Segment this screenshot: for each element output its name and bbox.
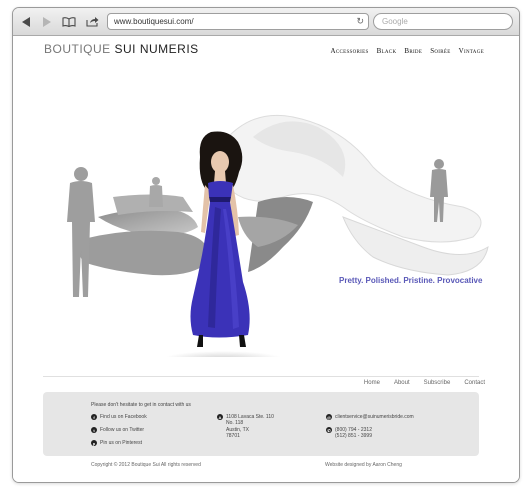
facebook-link[interactable]: f Find us on Facebook	[91, 414, 147, 420]
phone-1: (800) 794 - 2312	[335, 427, 372, 433]
site-logo[interactable]: BOUTIQUE SUI NUMERIS	[44, 42, 199, 56]
address-line-1: 1108 Lavaca Ste. 110	[226, 414, 274, 420]
person-silhouette-left	[67, 167, 95, 297]
person-silhouette-back	[149, 177, 163, 207]
address-bar[interactable]: www.boutiquesui.com/ ↻	[107, 13, 369, 30]
back-arrow-icon[interactable]	[19, 14, 33, 29]
nav-black[interactable]: Black	[377, 47, 397, 55]
footer-nav: Home About Subscribe Contact	[364, 380, 485, 386]
contact-panel: Please don't hesitate to get in contact …	[43, 392, 479, 456]
reload-icon[interactable]: ↻	[356, 16, 364, 27]
email-link[interactable]: @ clientservice@suinumerisbride.com	[326, 414, 414, 420]
phone-2: (512) 851 - 3999	[335, 433, 372, 440]
share-icon[interactable]	[84, 14, 100, 29]
search-placeholder: Google	[382, 17, 408, 26]
main-nav: Accessories Black Bride Soirée Vintage	[330, 47, 484, 55]
address-line-2: No. 118	[226, 420, 244, 427]
address-bar-text: www.boutiquesui.com/	[114, 17, 194, 26]
pinterest-label: Pin us on Pinterest	[100, 440, 142, 446]
twitter-link[interactable]: t Follow us on Twitter	[91, 427, 144, 433]
pinterest-icon: p	[91, 440, 97, 446]
nav-bride[interactable]: Bride	[404, 47, 422, 55]
address-block: A 1108 Lavaca Ste. 110 No. 118 Austin, T…	[217, 414, 274, 439]
nav-accessories[interactable]: Accessories	[330, 47, 368, 55]
webpage: BOUTIQUE SUI NUMERIS Accessories Black B…	[13, 37, 519, 482]
search-field[interactable]: Google	[373, 13, 513, 30]
nav-soiree[interactable]: Soirée	[430, 47, 450, 55]
phone-icon: ✆	[326, 427, 332, 433]
address-pin-icon: A	[217, 414, 223, 420]
email-text: clientservice@suinumerisbride.com	[335, 414, 414, 420]
browser-toolbar: www.boutiquesui.com/ ↻ Google	[13, 8, 519, 36]
email-icon: @	[326, 414, 332, 420]
facebook-icon: f	[91, 414, 97, 420]
phone-block: ✆ (800) 794 - 2312 (512) 851 - 3999	[326, 427, 372, 440]
footer-nav-subscribe[interactable]: Subscribe	[424, 380, 451, 386]
address-line-4: 78701	[226, 432, 240, 439]
tagline: Pretty. Polished. Pristine. Provocative	[339, 276, 483, 285]
footer-nav-home[interactable]: Home	[364, 380, 380, 386]
logo-text-sui-numeris: SUI NUMERIS	[114, 42, 199, 56]
pinterest-link[interactable]: p Pin us on Pinterest	[91, 440, 142, 446]
bookmarks-book-icon[interactable]	[61, 14, 77, 29]
address-line-3: Austin, TX	[226, 426, 249, 433]
twitter-icon: t	[91, 427, 97, 433]
footer-nav-about[interactable]: About	[394, 380, 410, 386]
contact-intro-text: Please don't hesitate to get in contact …	[91, 402, 191, 408]
facebook-label: Find us on Facebook	[100, 414, 147, 420]
forward-arrow-icon[interactable]	[39, 14, 53, 29]
copyright-text: Copyright © 2012 Boutique Sui All rights…	[91, 462, 201, 468]
logo-text-boutique: BOUTIQUE	[44, 42, 115, 56]
hero-image	[67, 114, 489, 357]
footer-nav-contact[interactable]: Contact	[464, 380, 485, 386]
twitter-label: Follow us on Twitter	[100, 427, 145, 433]
nav-vintage[interactable]: Vintage	[459, 47, 484, 55]
designer-credit: Website designed by Aaron Cheng	[325, 462, 402, 468]
footer-divider	[43, 376, 479, 377]
browser-window: www.boutiquesui.com/ ↻ Google BOUTIQUE S…	[12, 7, 520, 483]
